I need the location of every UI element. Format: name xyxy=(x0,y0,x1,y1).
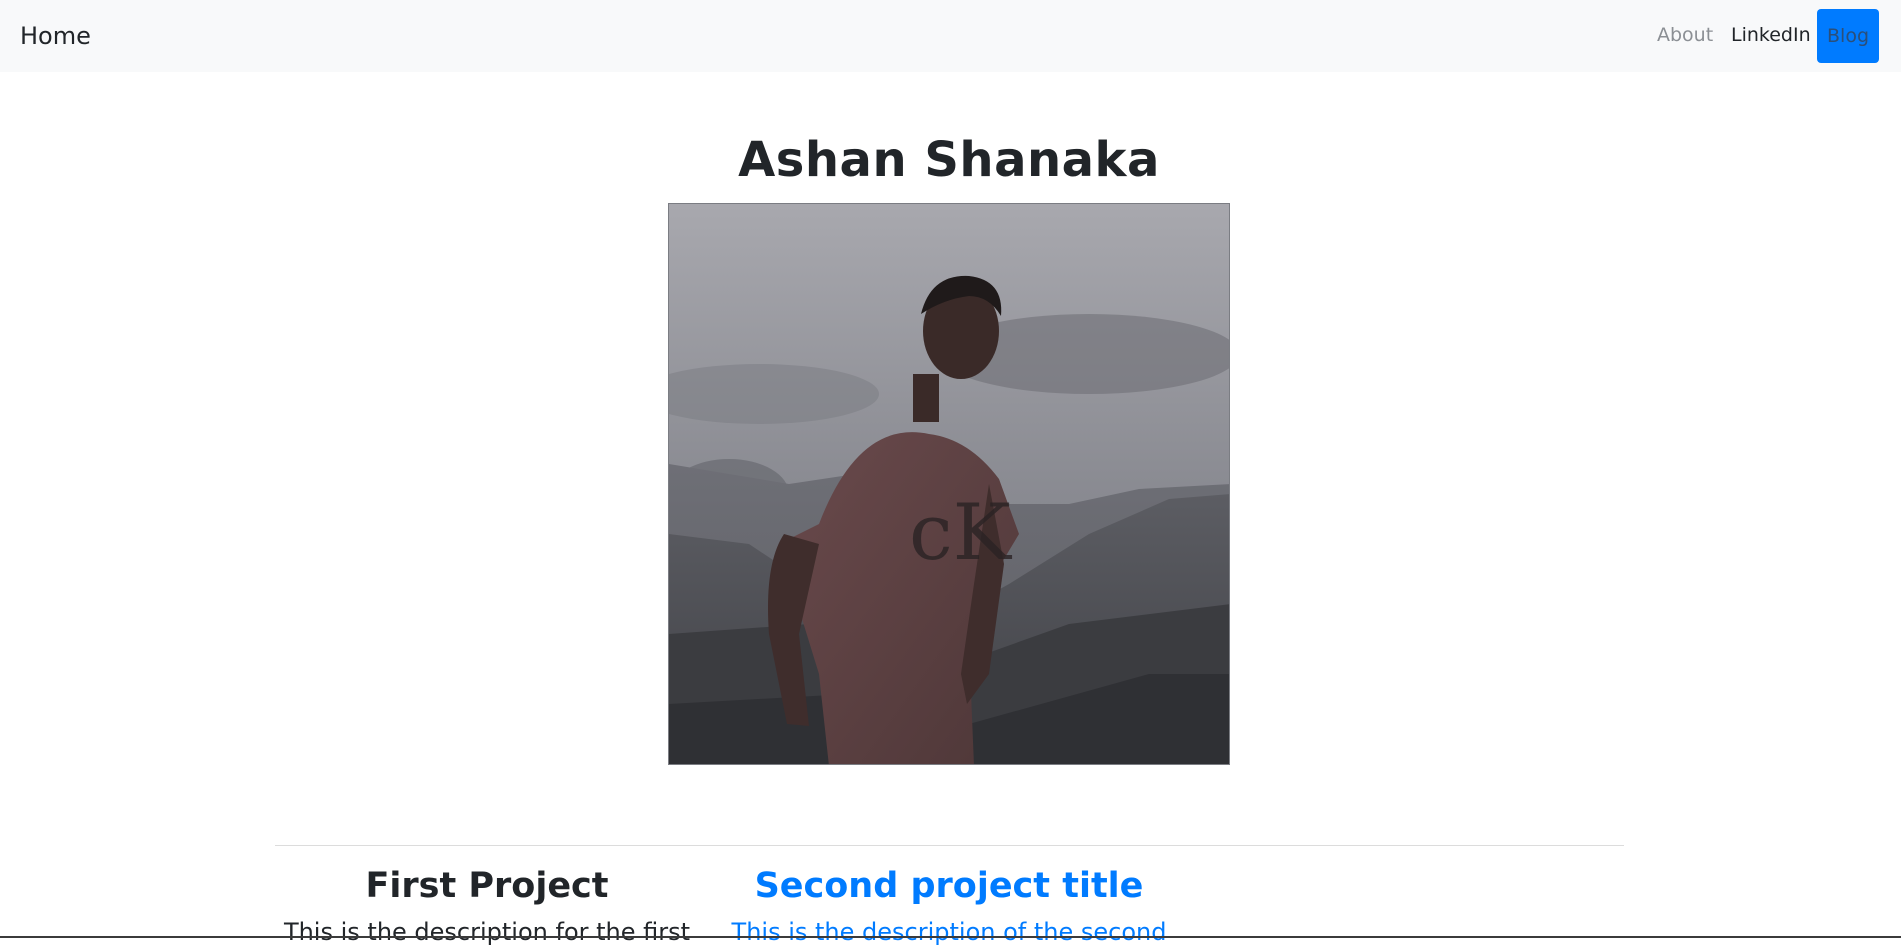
navbar: Home About LinkedIn Blog xyxy=(0,0,1901,72)
project-description-first: This is the description for the first xyxy=(283,918,691,946)
svg-text:cK: cK xyxy=(909,488,1013,578)
profile-photo-illustration: cK xyxy=(669,204,1229,764)
project-title-second-link[interactable]: Second project title xyxy=(720,866,1178,906)
nav-link-about[interactable]: About xyxy=(1657,24,1713,46)
project-title-first: First Project xyxy=(365,866,609,906)
nav-link-linkedin[interactable]: LinkedIn xyxy=(1731,24,1811,46)
page-title: Ashan Shanaka xyxy=(738,132,1160,188)
profile-photo: cK xyxy=(668,203,1230,765)
home-brand-link[interactable]: Home xyxy=(20,22,91,50)
project-description-second-link[interactable]: This is the description of the second xyxy=(710,918,1188,946)
section-divider xyxy=(275,845,1624,846)
nav-link-blog-button[interactable]: Blog xyxy=(1817,9,1879,63)
